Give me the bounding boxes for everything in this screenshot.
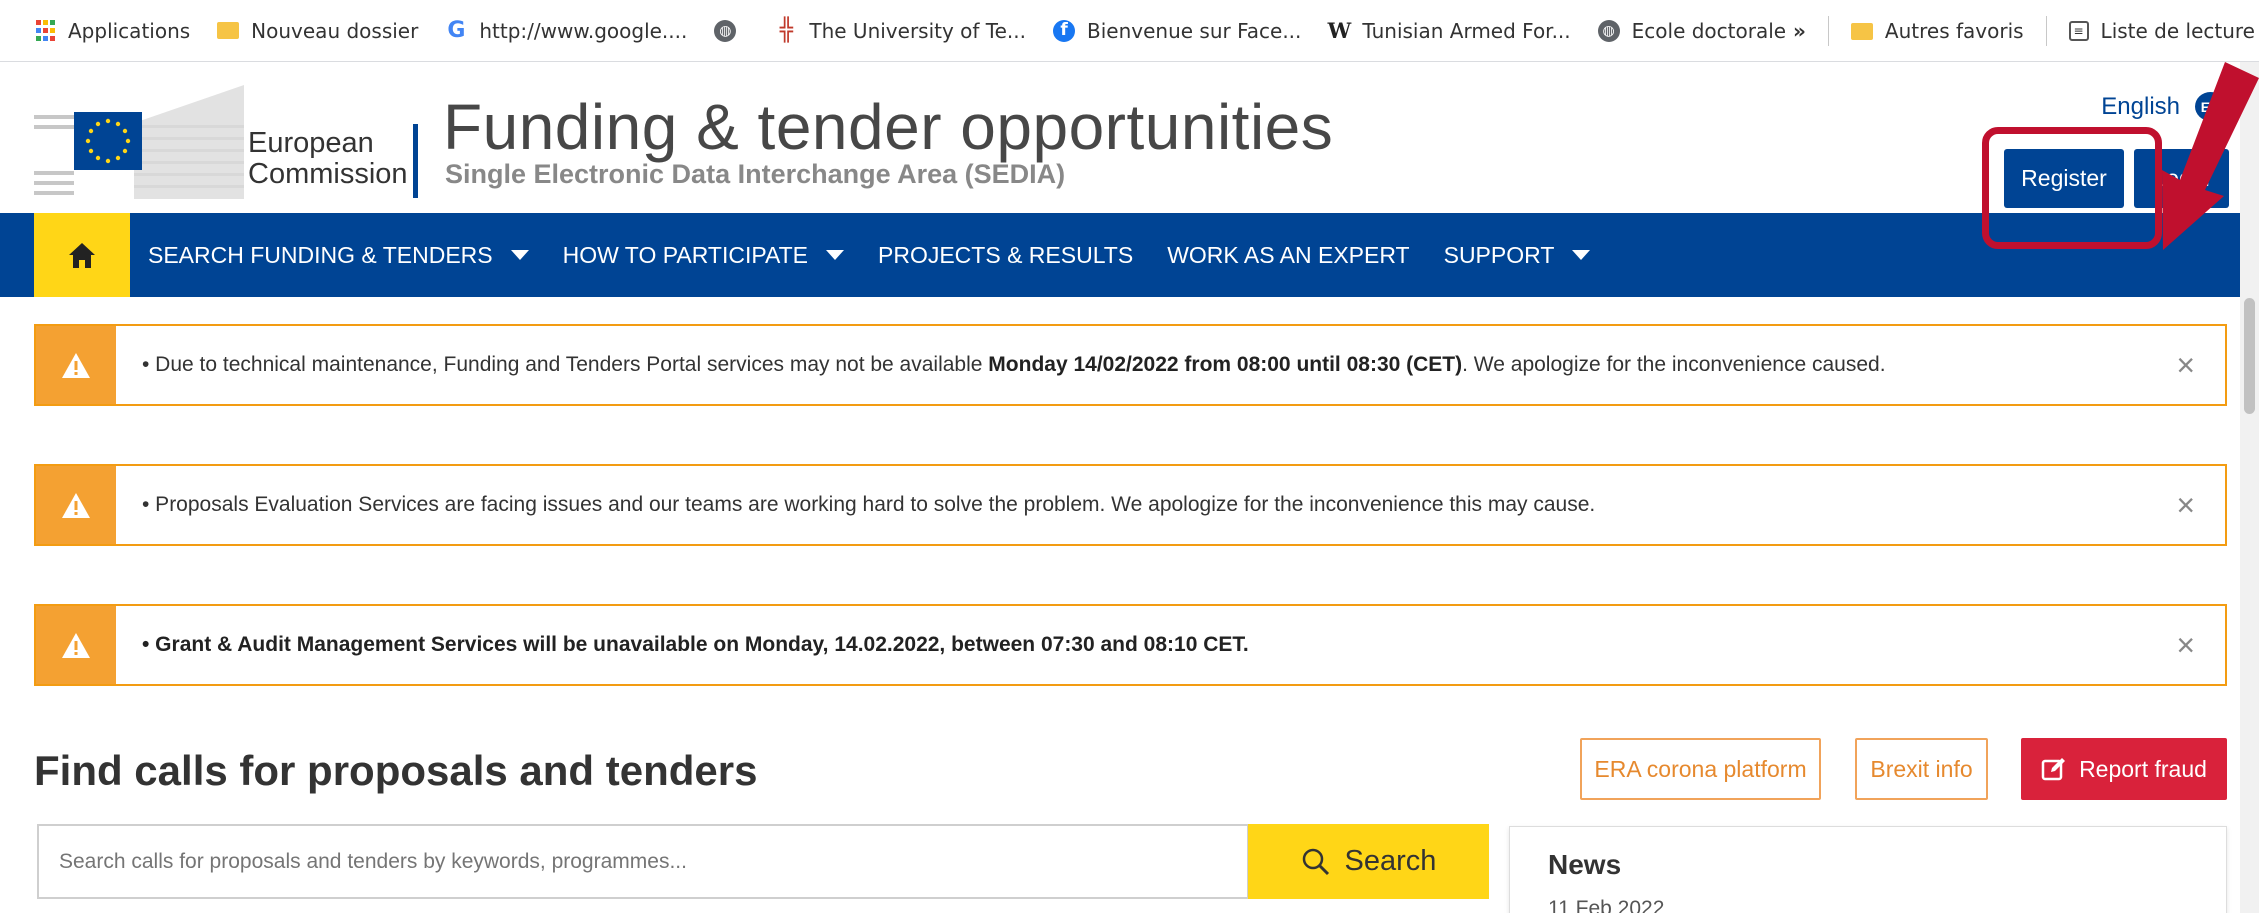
alert-text-prefix: • Due to technical maintenance, Funding …	[142, 353, 989, 376]
logo-divider	[413, 124, 418, 198]
alert-text-bold: Monday 14/02/2022 from 08:00 until 08:30…	[988, 353, 1463, 376]
search-button-label: Search	[1344, 845, 1437, 877]
search-input[interactable]	[37, 824, 1249, 899]
caret-down-icon	[1572, 250, 1591, 260]
warning-icon	[36, 326, 116, 404]
bookmark-autres-favoris[interactable]: Autres favoris	[1850, 19, 2024, 43]
reading-list-button[interactable]: ≡ Liste de lecture	[2068, 19, 2255, 43]
era-corona-button[interactable]: ERA corona platform	[1580, 738, 1821, 800]
divider	[1827, 16, 1829, 46]
nav-item-label: SUPPORT	[1443, 241, 1555, 268]
nav-items: SEARCH FUNDING & TENDERS HOW TO PARTICIP…	[148, 213, 1624, 297]
nav-item-support[interactable]: SUPPORT	[1444, 242, 1591, 269]
warning-icon	[36, 606, 116, 684]
bookmark-label: Applications	[68, 18, 191, 43]
facebook-icon: f	[1053, 19, 1076, 42]
news-title: News	[1548, 849, 1622, 880]
report-fraud-button[interactable]: Report fraud	[2021, 738, 2227, 800]
bookmark-applications[interactable]: Applications	[34, 19, 190, 43]
ec-logo-line2: Commission	[248, 158, 408, 190]
close-icon[interactable]: ×	[2176, 629, 2195, 661]
nav-item-label: PROJECTS & RESULTS	[878, 241, 1134, 268]
reading-list-label: Liste de lecture	[2100, 19, 2255, 43]
nav-item-label: WORK AS AN EXPERT	[1167, 241, 1410, 268]
alert-text-bold: • Grant & Audit Management Services will…	[142, 633, 1249, 656]
google-icon: G	[447, 17, 466, 43]
alert-message: • Due to technical maintenance, Funding …	[116, 353, 1886, 377]
alert-message: • Grant & Audit Management Services will…	[116, 633, 1249, 657]
folder-icon	[1850, 22, 1873, 40]
reading-list-icon: ≡	[2068, 21, 2089, 41]
search-button[interactable]: Search	[1248, 824, 1489, 899]
bookmark-facebook[interactable]: f Bienvenue sur Face...	[1053, 19, 1301, 43]
wikipedia-icon: W	[1327, 18, 1352, 43]
bookmark-google[interactable]: G http://www.google....	[445, 19, 687, 43]
bookmark-label: http://www.google....	[479, 18, 688, 43]
news-panel: News 11 Feb 2022	[1509, 826, 2227, 913]
nav-item-search-funding[interactable]: SEARCH FUNDING & TENDERS	[148, 242, 529, 269]
bookmark-label: Ecole doctorale	[1631, 18, 1787, 43]
bookmark-ecole-doctorale[interactable]: ◍ Ecole doctorale	[1597, 18, 1787, 43]
home-icon	[69, 243, 95, 268]
nav-item-label: HOW TO PARTICIPATE	[562, 241, 808, 268]
alert-text-prefix: • Proposals Evaluation Services are faci…	[142, 493, 1596, 516]
ec-logo-line1: European	[248, 127, 374, 159]
bookmark-university[interactable]: ╬ The University of Te...	[775, 19, 1026, 43]
university-icon: ╬	[779, 17, 793, 43]
bookmark-globe[interactable]: ◍	[714, 19, 748, 42]
bookmark-label: Autres favoris	[1884, 19, 2024, 43]
ec-logo-text: European Commission	[248, 128, 408, 190]
bookmark-label: The University of Te...	[809, 18, 1027, 43]
bookmark-label: Bienvenue sur Face...	[1087, 18, 1302, 43]
globe-icon: ◍	[714, 19, 737, 42]
bookmarks-overflow-button[interactable]: »	[1793, 19, 1806, 43]
nav-item-work-as-expert[interactable]: WORK AS AN EXPERT	[1167, 242, 1409, 269]
main-nav: SEARCH FUNDING & TENDERS HOW TO PARTICIP…	[0, 213, 2259, 297]
close-icon[interactable]: ×	[2176, 349, 2195, 381]
bookmark-wikipedia[interactable]: W Tunisian Armed For...	[1327, 18, 1571, 43]
site-header: European Commission Funding & tender opp…	[0, 62, 2259, 213]
nav-item-projects-results[interactable]: PROJECTS & RESULTS	[878, 242, 1133, 269]
annotation-arrow-icon	[2162, 62, 2259, 250]
scrollbar-thumb[interactable]	[2244, 298, 2255, 414]
news-date: 11 Feb 2022	[1548, 897, 1665, 913]
nav-item-label: SEARCH FUNDING & TENDERS	[148, 241, 493, 268]
apps-grid-icon	[34, 20, 56, 42]
search-icon	[1302, 848, 1329, 875]
caret-down-icon	[510, 250, 529, 260]
european-commission-logo-icon[interactable]	[34, 85, 264, 199]
globe-icon: ◍	[1597, 19, 1620, 42]
bookmarks-bar: Applications Nouveau dossier G http://ww…	[0, 0, 2259, 62]
alert-maintenance: • Due to technical maintenance, Funding …	[34, 324, 2227, 406]
bookmark-label: Nouveau dossier	[251, 18, 419, 43]
alert-message: • Proposals Evaluation Services are faci…	[116, 493, 1595, 517]
alert-grant-audit: • Grant & Audit Management Services will…	[34, 604, 2227, 686]
edit-icon	[2041, 758, 2066, 781]
caret-down-icon	[826, 250, 844, 260]
bookmark-label: Tunisian Armed For...	[1362, 18, 1571, 43]
alert-evaluation: • Proposals Evaluation Services are faci…	[34, 464, 2227, 546]
site-subtitle: Single Electronic Data Interchange Area …	[445, 159, 1066, 189]
close-icon[interactable]: ×	[2176, 489, 2195, 521]
bookmarks-right: » Autres favoris ≡ Liste de lecture	[1793, 0, 2259, 62]
report-fraud-label: Report fraud	[2079, 755, 2207, 782]
warning-icon	[36, 466, 116, 544]
home-button[interactable]	[34, 213, 130, 297]
nav-item-how-to-participate[interactable]: HOW TO PARTICIPATE	[563, 242, 844, 269]
brexit-info-button[interactable]: Brexit info	[1855, 738, 1988, 800]
divider	[2045, 16, 2047, 46]
bookmark-nouveau-dossier[interactable]: Nouveau dossier	[217, 19, 418, 43]
find-calls-title: Find calls for proposals and tenders	[34, 747, 758, 794]
site-title[interactable]: Funding & tender opportunities	[443, 90, 1333, 164]
alert-text-suffix: . We apologize for the inconvenience cau…	[1462, 353, 1886, 376]
folder-icon	[217, 22, 240, 39]
